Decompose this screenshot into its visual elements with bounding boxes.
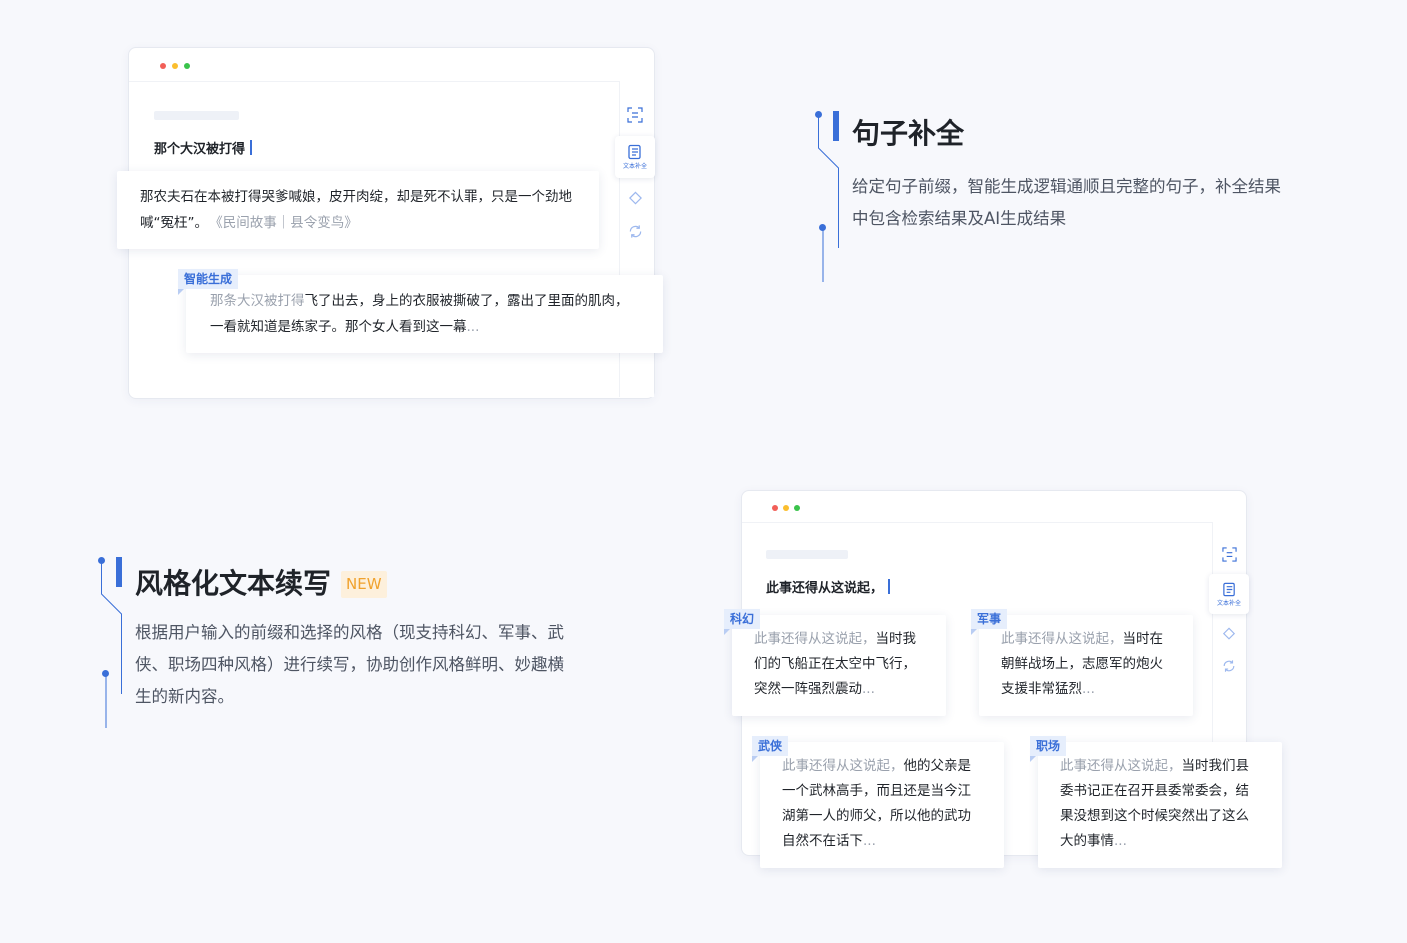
feature2-timeline-connector — [101, 560, 122, 728]
tag-icon — [628, 191, 642, 205]
scan-button[interactable] — [1209, 542, 1249, 566]
card-prefix: 此事还得从这说起， — [1001, 631, 1123, 647]
editor-input-text: 此事还得从这说起， — [766, 581, 884, 596]
feature2-title: 风格化文本续写 NEW — [135, 562, 387, 602]
style-card-scifi[interactable]: 此事还得从这说起，当时我们的飞船正在太空中飞行，突然一阵强烈震动... — [732, 615, 946, 716]
text-caret — [888, 579, 891, 594]
style-tag-scifi: 科幻 — [724, 609, 761, 635]
window-minimize-dot[interactable] — [172, 63, 178, 69]
title-bar-divider — [129, 81, 654, 82]
window-maximize-dot[interactable] — [794, 505, 800, 511]
title-placeholder — [766, 550, 848, 559]
card-prefix: 此事还得从这说起， — [754, 631, 876, 647]
tag-button[interactable] — [1209, 623, 1249, 645]
style-card-military[interactable]: 此事还得从这说起，当时在朝鲜战场上，志愿军的炮火支援非常猛烈... — [979, 615, 1193, 716]
search-result-source: 《民间故事｜县令变鸟》 — [216, 215, 358, 231]
text-complete-label: 文本补全 — [622, 163, 647, 170]
editor-input[interactable]: 那个大汉被打得 — [154, 138, 253, 157]
title-bar-divider — [742, 522, 1246, 523]
feature2-description: 根据用户输入的前缀和选择的风格（现支持科幻、军事、武侠、职场四种风格）进行续写，… — [135, 623, 564, 706]
style-card-workplace[interactable]: 此事还得从这说起，当时我们县委书记正在召开县委常委会，结果没想到这个时候突然出了… — [1038, 742, 1282, 868]
card-prefix: 此事还得从这说起， — [782, 758, 904, 774]
text-caret — [250, 140, 253, 155]
text-complete-label: 文本补全 — [1216, 599, 1241, 607]
ai-generated-tag: 智能生成 — [178, 269, 239, 295]
feature1-timeline-connector — [818, 114, 839, 282]
refresh-icon — [629, 224, 641, 238]
style-tag-wuxia: 武侠 — [752, 736, 789, 762]
feature1-description: 给定句子前缀，智能生成逻辑通顺且完整的句子，补全结果中包含检索结果及AI生成结果 — [852, 177, 1281, 228]
feature2-timeline-dot-bottom — [102, 670, 109, 677]
card-prefix: 此事还得从这说起， — [1060, 758, 1182, 774]
ai-result-ellipsis: ... — [466, 319, 480, 335]
window-close-dot[interactable] — [160, 63, 166, 69]
text-complete-button[interactable]: 文本补全 — [1209, 574, 1249, 614]
card-ellipsis: ... — [863, 833, 876, 849]
style-card-wuxia[interactable]: 此事还得从这说起，他的父亲是一个武林高手，而且还是当今江湖第一人的师父，所以他的… — [760, 742, 1004, 868]
ai-result-card[interactable]: 那条大汉被打得飞了出去，身上的衣服被撕破了，露出了里面的肌肉，一看就知道是练家子… — [186, 275, 663, 353]
text-complete-button[interactable]: 文本补全 — [615, 136, 655, 178]
scan-text-icon — [1221, 546, 1237, 562]
refresh-icon — [1223, 660, 1235, 672]
feature2-title-accent — [116, 557, 122, 587]
feature1-title-accent — [833, 111, 839, 141]
feature2-title-text: 风格化文本续写 — [135, 567, 332, 600]
tag-button[interactable] — [615, 187, 655, 209]
title-placeholder — [154, 111, 239, 120]
style-tag-workplace: 职场 — [1030, 736, 1067, 762]
editor-input-text: 那个大汉被打得 — [154, 142, 246, 157]
document-icon — [1222, 582, 1235, 596]
search-result-card[interactable]: 那农夫石在本被打得哭爹喊娘，皮开肉绽，却是死不认罪，只是一个劲地喊“冤枉”。 《民… — [117, 171, 599, 249]
editor-input[interactable]: 此事还得从这说起， — [766, 577, 891, 596]
scan-text-icon — [627, 107, 643, 123]
refresh-button[interactable] — [615, 220, 655, 242]
ai-result-prefix: 那条大汉被打得 — [210, 293, 305, 309]
window-maximize-dot[interactable] — [184, 63, 190, 69]
feature1-title: 句子补全 — [852, 117, 965, 150]
style-tag-military: 军事 — [971, 609, 1008, 635]
scan-button[interactable] — [615, 102, 655, 128]
window-close-dot[interactable] — [772, 505, 778, 511]
window-minimize-dot[interactable] — [783, 505, 789, 511]
card-ellipsis: ... — [1114, 833, 1127, 849]
tag-icon — [1222, 627, 1236, 640]
refresh-button[interactable] — [1209, 655, 1249, 677]
new-badge: NEW — [341, 571, 387, 598]
feature1-timeline-dot-bottom — [819, 224, 826, 231]
document-icon — [628, 144, 641, 160]
card-ellipsis: ... — [862, 681, 875, 697]
card-ellipsis: ... — [1082, 681, 1095, 697]
